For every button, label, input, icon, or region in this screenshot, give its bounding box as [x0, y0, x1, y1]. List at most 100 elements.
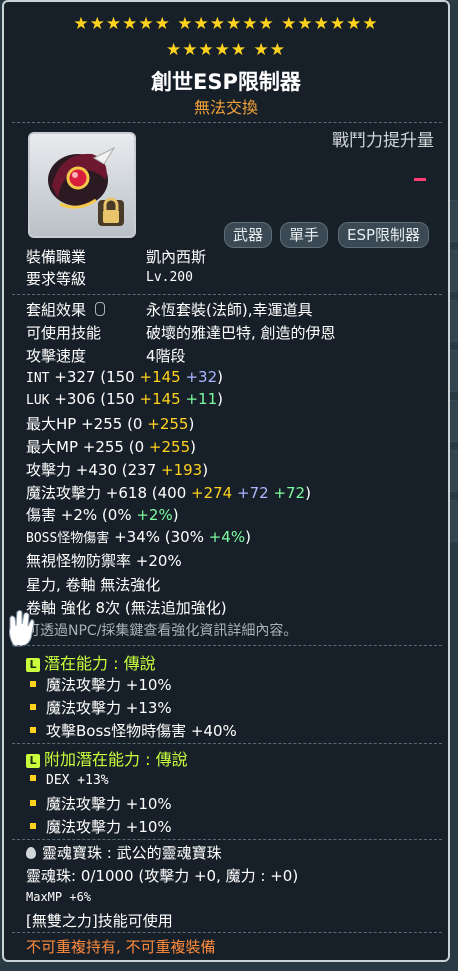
trade-status: 無法交換 — [193, 98, 258, 117]
stat-total: +618 — [101, 484, 152, 502]
divider — [12, 122, 442, 123]
stat-row: LUK +306 (150 +145 +11) — [26, 390, 223, 408]
stat-bonus-star: +274 — [191, 484, 233, 502]
stat-row: 最大MP +255 (0 +255) — [26, 436, 196, 457]
stat-base: (400 — [151, 484, 192, 502]
divider — [12, 294, 442, 295]
combat-power-label: 戰鬥力提升量 — [332, 131, 434, 151]
stat-name: 最大MP — [26, 438, 78, 456]
stat-total: +306 — [49, 390, 101, 408]
stat-total: +327 — [49, 368, 101, 386]
bullet-icon — [30, 823, 36, 829]
bullet-icon — [30, 681, 36, 687]
soul-title: 靈魂寶珠 : 武公的靈魂寶珠 — [42, 844, 222, 862]
stat-bonus-star: +145 — [139, 390, 181, 408]
item-tooltip: ★★★★★★ ★★★★★★ ★★★★★★ ★★★★★ ★★ 創世ESP限制器 無… — [2, 0, 450, 962]
stat-bonus-star: +255 — [147, 415, 189, 433]
tag-esp-limiter: ESP限制器 — [338, 222, 430, 248]
set-effect-value: 永恆套裝(法師),幸運道具 — [146, 301, 313, 319]
usable-skill-value: 破壞的雅達巴特, 創造的伊恩 — [146, 324, 336, 342]
unique-equip-text: 不可重複持有, 不可重複裝備 — [26, 938, 216, 956]
stat-close: ) — [305, 484, 311, 502]
item-icon-frame[interactable] — [28, 132, 136, 238]
divider — [12, 839, 442, 840]
stat-row: 攻擊力 +430 (237 +193) — [26, 459, 208, 480]
stat-bonus-flame: +32 — [180, 368, 218, 386]
additional-line-3: 魔法攻擊力 +10% — [30, 816, 172, 837]
stat-row: BOSS怪物傷害 +34% (30% +4%) — [26, 527, 251, 546]
additional-potential-title-row: L 附加潛在能力 : 傳說 — [26, 746, 188, 770]
divider — [12, 932, 442, 933]
stat-close: ) — [245, 528, 251, 546]
stat-row: 無視怪物防禦率 +20% — [26, 550, 182, 571]
tag-one-handed: 單手 — [280, 222, 329, 248]
stat-bonus-flame: +2% — [136, 506, 173, 524]
set-effect-row: 套組效果 — [26, 299, 105, 320]
bullet-icon — [30, 800, 36, 806]
enhance-line-2: 卷軸 強化 8次 (無法追加強化) — [26, 599, 227, 617]
job-label: 裝備職業 — [26, 248, 87, 266]
stat-bonus-flame: +11 — [180, 390, 218, 408]
stat-close: ) — [188, 415, 195, 433]
stat-bonus-star: +145 — [139, 368, 181, 386]
potential-title-row: L 潛在能力 : 傳說 — [26, 650, 156, 674]
legendary-badge-icon: L — [26, 658, 40, 672]
stat-close: ) — [217, 390, 223, 408]
stat-name: LUK — [26, 393, 50, 408]
stat-name: 攻擊力 — [26, 461, 72, 479]
stat-base: (237 — [121, 461, 162, 479]
usable-skill-label: 可使用技能 — [26, 324, 102, 342]
attack-speed-value: 4階段 — [146, 347, 186, 365]
stat-base: (0% — [101, 506, 137, 524]
mouse-icon — [94, 302, 105, 316]
divider — [12, 743, 442, 744]
esp-limiter-icon — [48, 146, 124, 226]
soul-maxmp: MaxMP +6% — [26, 890, 92, 904]
soul-status: 靈魂珠: 0/1000 (攻擊力 +0, 魔力 : +0) — [26, 867, 299, 885]
stat-row: 傷害 +2% (0% +2%) — [26, 504, 179, 525]
stat-name: BOSS怪物傷害 — [26, 531, 110, 546]
bullet-icon — [30, 727, 36, 733]
stat-total: +20% — [131, 552, 182, 570]
stat-bonus-flame: +72 — [232, 484, 269, 502]
potential-line-3: 攻擊Boss怪物時傷害 +40% — [30, 720, 237, 741]
potential-line-2: 魔法攻擊力 +13% — [30, 697, 172, 718]
level-label: 要求等級 — [26, 270, 87, 288]
stat-base: (30% — [164, 528, 209, 546]
divider — [12, 645, 442, 646]
stat-base: (150 — [100, 390, 140, 408]
star-force-row-2: ★★★★★ ★★ — [165, 40, 287, 60]
attack-speed-label: 攻擊速度 — [26, 347, 87, 365]
stat-row: 魔法攻擊力 +618 (400 +274 +72 +72) — [26, 482, 311, 503]
enhance-line-1: 星力, 卷軸 無法強化 — [26, 576, 161, 594]
job-value: 凱內西斯 — [146, 248, 207, 266]
bullet-icon — [30, 775, 36, 781]
stat-total: +255 — [76, 415, 128, 433]
stat-name: 最大HP — [26, 415, 77, 433]
stat-name: 傷害 — [26, 506, 57, 524]
stat-bonus-star: +255 — [148, 438, 191, 456]
set-effect-label: 套組效果 — [26, 301, 87, 319]
stat-total: +255 — [78, 438, 129, 456]
tag-weapon: 武器 — [224, 222, 273, 248]
stat-base: (150 — [100, 368, 140, 386]
stat-name: 魔法攻擊力 — [26, 484, 102, 502]
bullet-icon — [30, 704, 36, 710]
combat-power-change-indicator — [414, 178, 426, 181]
soul-title-row: 靈魂寶珠 : 武公的靈魂寶珠 — [26, 842, 222, 863]
legendary-badge-icon: L — [26, 754, 40, 768]
stat-name: INT — [26, 371, 50, 386]
stat-bonus-flame: +4% — [208, 528, 246, 546]
stat-base: (0 — [128, 438, 149, 456]
potential-title: 潛在能力 : 傳說 — [44, 654, 156, 673]
stat-total: +34% — [109, 528, 165, 546]
enhance-line-3: 可透過NPC/採集鍵查看強化資訊詳細內容。 — [26, 623, 298, 639]
potential-line-1: 魔法攻擊力 +10% — [30, 674, 172, 695]
stat-name: 無視怪物防禦率 — [26, 552, 132, 570]
stat-row: INT +327 (150 +145 +32) — [26, 368, 223, 386]
stat-close: ) — [202, 461, 209, 479]
stat-close: ) — [172, 506, 179, 524]
star-force-row-1: ★★★★★★ ★★★★★★ ★★★★★★ — [73, 14, 379, 34]
stat-close: ) — [217, 368, 223, 386]
soul-flame-icon — [26, 847, 36, 859]
